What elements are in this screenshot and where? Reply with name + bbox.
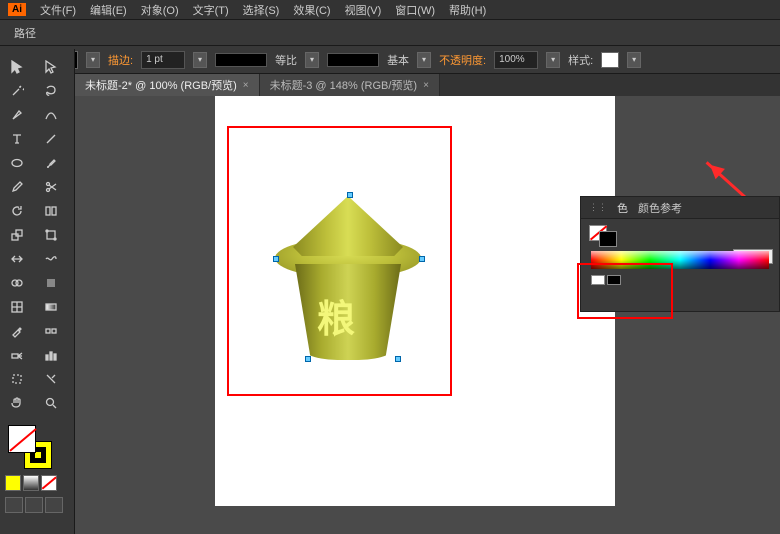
stroke-label: 描边: — [108, 52, 133, 68]
selection-handle[interactable] — [419, 256, 425, 262]
black-swatch[interactable] — [607, 275, 621, 285]
paintbrush-tool[interactable] — [34, 151, 68, 175]
doc-tab-1-label: 未标题-2* @ 100% (RGB/预览) — [85, 77, 237, 93]
shape-builder-tool[interactable] — [0, 271, 34, 295]
style-label: 样式: — [568, 52, 593, 68]
color-panel-header: ⋮⋮ 色 颜色参考 — [581, 197, 779, 219]
pencil-tool[interactable] — [0, 175, 34, 199]
panel-stroke-swatch[interactable] — [599, 231, 617, 247]
style-drop[interactable]: ▾ — [627, 52, 641, 68]
scale-drop[interactable]: ▾ — [305, 52, 319, 68]
close-icon[interactable]: × — [423, 80, 429, 91]
selection-handle[interactable] — [273, 256, 279, 262]
gradient-tool[interactable] — [34, 295, 68, 319]
line-tool[interactable] — [34, 127, 68, 151]
stroke-weight-drop[interactable]: ▾ — [193, 52, 207, 68]
close-icon[interactable]: × — [243, 80, 249, 91]
draw-mode-inside[interactable] — [45, 497, 63, 513]
color-mode-none[interactable] — [41, 475, 57, 491]
curvature-tool[interactable] — [34, 103, 68, 127]
selection-handle[interactable] — [395, 356, 401, 362]
warp-tool[interactable] — [34, 247, 68, 271]
menu-bar: Ai 文件(F) 编辑(E) 对象(O) 文字(T) 选择(S) 效果(C) 视… — [0, 0, 780, 20]
menu-effect[interactable]: 效果(C) — [293, 2, 330, 18]
perspective-tool[interactable] — [34, 271, 68, 295]
opacity-label: 不透明度: — [439, 52, 486, 68]
menu-file[interactable]: 文件(F) — [40, 2, 76, 18]
type-tool[interactable] — [0, 127, 34, 151]
screen-mode-row — [5, 497, 74, 513]
selection-handle[interactable] — [347, 192, 353, 198]
panel-tab-guide[interactable]: 颜色参考 — [638, 200, 682, 216]
menu-edit[interactable]: 编辑(E) — [90, 2, 127, 18]
stroke-weight-input[interactable] — [141, 51, 185, 69]
scissors-tool[interactable] — [34, 175, 68, 199]
menu-select[interactable]: 选择(S) — [243, 2, 280, 18]
workspace: 未标题-2* @ 100% (RGB/预览) × 未标题-3 @ 148% (R… — [75, 96, 780, 534]
mesh-tool[interactable] — [0, 295, 34, 319]
selection-handle[interactable] — [305, 356, 311, 362]
brush-preview[interactable] — [327, 53, 379, 67]
color-spectrum[interactable] — [591, 251, 769, 269]
stroke-preview[interactable] — [215, 53, 267, 67]
document-tabs: 未标题-2* @ 100% (RGB/预览) × 未标题-3 @ 148% (R… — [75, 74, 780, 96]
reflect-tool[interactable] — [34, 199, 68, 223]
pen-tool[interactable] — [0, 103, 34, 127]
draw-mode-normal[interactable] — [5, 497, 23, 513]
rotate-tool[interactable] — [0, 199, 34, 223]
menu-object[interactable]: 对象(O) — [141, 2, 179, 18]
artboard-tool[interactable] — [0, 367, 34, 391]
doc-tab-2-label: 未标题-3 @ 148% (RGB/预览) — [270, 77, 417, 93]
panel-grip-icon[interactable]: ⋮⋮ — [589, 202, 607, 213]
white-swatch[interactable] — [591, 275, 605, 285]
menu-window[interactable]: 窗口(W) — [395, 2, 435, 18]
eyedropper-tool[interactable] — [0, 319, 34, 343]
draw-mode-behind[interactable] — [25, 497, 43, 513]
doc-tab-1[interactable]: 未标题-2* @ 100% (RGB/预览) × — [75, 74, 260, 96]
color-panel: ⋮⋮ 色 颜色参考 # — [580, 196, 780, 312]
hand-tool[interactable] — [0, 391, 34, 415]
menu-view[interactable]: 视图(V) — [345, 2, 382, 18]
width-tool[interactable] — [0, 247, 34, 271]
artboard[interactable]: 粮 — [215, 96, 615, 506]
menu-help[interactable]: 帮助(H) — [449, 2, 486, 18]
options-bar: ▾ ▾ 描边: ▾ 等比 ▾ 基本 ▾ 不透明度: ▾ 样式: ▾ — [0, 46, 780, 74]
blend-tool[interactable] — [34, 319, 68, 343]
shape-text: 粮 — [317, 288, 355, 343]
color-mode-bar — [5, 475, 74, 491]
fill-stroke-indicator[interactable] — [8, 425, 52, 469]
doc-tab-2[interactable]: 未标题-3 @ 148% (RGB/预览) × — [260, 74, 440, 96]
ellipse-tool[interactable] — [0, 151, 34, 175]
cap-label: 基本 — [387, 52, 409, 68]
app-logo: Ai — [8, 3, 26, 16]
symbol-sprayer-tool[interactable] — [0, 343, 34, 367]
direct-select-tool[interactable] — [34, 55, 68, 79]
bw-swatches — [591, 275, 769, 285]
scale-label: 等比 — [275, 52, 297, 68]
menu-type[interactable]: 文字(T) — [193, 2, 229, 18]
magic-wand-tool[interactable] — [0, 79, 34, 103]
cap-drop[interactable]: ▾ — [417, 52, 431, 68]
column-graph-tool[interactable] — [34, 343, 68, 367]
lasso-tool[interactable] — [34, 79, 68, 103]
opacity-input[interactable] — [494, 51, 538, 69]
zoom-tool[interactable] — [34, 391, 68, 415]
control-strip-left: 路径 — [0, 20, 780, 46]
stroke-dropdown[interactable]: ▾ — [86, 52, 100, 68]
free-transform-tool[interactable] — [34, 223, 68, 247]
selection-type-label: 路径 — [14, 25, 36, 41]
selection-tool[interactable] — [0, 55, 34, 79]
style-swatch[interactable] — [601, 52, 619, 68]
slice-tool[interactable] — [34, 367, 68, 391]
tools-panel — [0, 49, 75, 534]
color-mode-solid[interactable] — [5, 475, 21, 491]
annotation-box-panel — [577, 263, 673, 319]
opacity-drop[interactable]: ▾ — [546, 52, 560, 68]
color-panel-body: # — [581, 219, 779, 294]
panel-tab-color[interactable]: 色 — [617, 200, 628, 216]
panel-fill-stroke[interactable] — [589, 225, 619, 245]
color-mode-gradient[interactable] — [23, 475, 39, 491]
fill-box[interactable] — [8, 425, 36, 453]
scale-tool[interactable] — [0, 223, 34, 247]
